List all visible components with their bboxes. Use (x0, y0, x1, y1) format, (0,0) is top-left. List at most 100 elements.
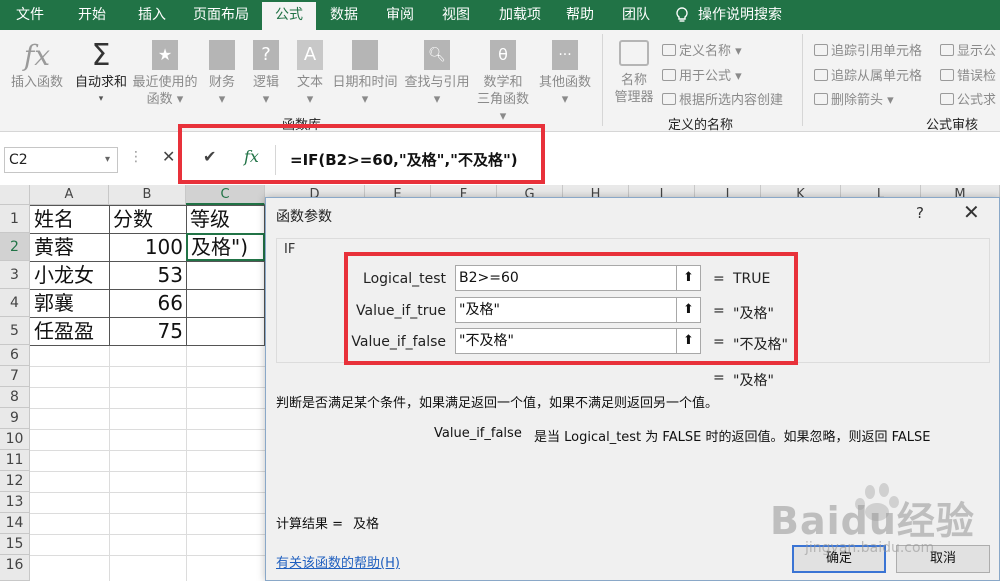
tag-icon (662, 44, 676, 56)
ribbon: fx 插入函数 Σ 自动求和 ▾ ★ 最近使用的 函数 ▾ 财务 ▾ ? 逻辑 … (0, 30, 1000, 133)
remove-arrows-label: 删除箭头 (831, 93, 884, 108)
show-formulas-icon (940, 44, 954, 56)
insert-function-button[interactable]: fx 插入函数 (6, 38, 68, 91)
cell-a5[interactable]: 任盈盈 (31, 317, 109, 345)
row-header-selected[interactable]: 2 (0, 233, 30, 261)
trace-dependents-label: 追踪从属单元格 (831, 69, 923, 84)
close-icon[interactable]: ✕ (963, 200, 980, 224)
cell-a2[interactable]: 黄蓉 (31, 233, 109, 261)
cell-b2[interactable]: 100 (110, 233, 186, 261)
column-header[interactable]: A (30, 185, 109, 205)
error-checking-label: 错误检 (957, 69, 997, 84)
text-label: 文本 (296, 75, 323, 90)
lookup-button[interactable]: 🔍︎ 查找与引用 ▾ (402, 38, 472, 108)
lookup-label: 查找与引用 (404, 75, 470, 90)
grid-line (30, 366, 265, 367)
tab-page-layout[interactable]: 页面布局 (186, 0, 256, 30)
cell-b3[interactable]: 53 (110, 261, 186, 289)
autosum-button[interactable]: Σ 自动求和 ▾ (72, 38, 130, 108)
chevron-down-icon[interactable]: ▾ (105, 148, 110, 172)
column-header[interactable]: B (109, 185, 186, 205)
current-arg-description: 是当 Logical_test 为 FALSE 时的返回值。如果忽略，则返回 F… (534, 430, 931, 445)
evaluate-formula-label: 公式求 (957, 93, 997, 108)
trace-precedents-button[interactable]: 追踪引用单元格 (814, 40, 922, 59)
row-header[interactable]: 13 (0, 492, 30, 513)
tab-team[interactable]: 团队 (614, 0, 658, 30)
create-from-selection-button[interactable]: 根据所选内容创建 (662, 89, 783, 108)
row-header[interactable]: 9 (0, 408, 30, 429)
math-label-1: 数学和 (483, 75, 523, 90)
row-header[interactable]: 6 (0, 345, 30, 366)
remove-arrows-button[interactable]: 删除箭头 ▾ (814, 89, 894, 108)
lightbulb-icon (676, 7, 688, 22)
cell-c1[interactable]: 等级 (187, 205, 264, 233)
cancel-icon[interactable]: ✕ (162, 147, 175, 166)
text-button[interactable]: A 文本 ▾ (292, 38, 328, 108)
tab-insert[interactable]: 插入 (130, 0, 174, 30)
select-all-corner[interactable] (0, 185, 30, 205)
cell-a3[interactable]: 小龙女 (31, 261, 109, 289)
function-help-link[interactable]: 有关该函数的帮助(H) (276, 552, 400, 571)
cell-b4[interactable]: 66 (110, 289, 186, 317)
create-from-selection-label: 根据所选内容创建 (679, 93, 784, 108)
name-manager-label-2: 管理器 (614, 90, 654, 105)
row-header[interactable]: 11 (0, 450, 30, 471)
row-header[interactable]: 14 (0, 513, 30, 534)
row-header[interactable]: 7 (0, 366, 30, 387)
more-functions-button[interactable]: ··· 其他函数 ▾ (536, 38, 594, 108)
star-book-icon: ★ (152, 40, 178, 70)
cell-a4[interactable]: 郭襄 (31, 289, 109, 317)
name-box[interactable]: C2 ▾ (4, 147, 118, 173)
row-header[interactable]: 5 (0, 317, 30, 345)
show-formulas-button[interactable]: 显示公 (940, 40, 996, 59)
math-button[interactable]: θ 数学和 三角函数 ▾ (472, 38, 534, 125)
dialog-title: 函数参数 (276, 209, 332, 225)
question-book-icon: ? (253, 40, 279, 70)
autosum-label: 自动求和 (74, 75, 127, 90)
recent-label-2: 函数 (146, 92, 173, 107)
evaluate-formula-button[interactable]: 公式求 (940, 89, 996, 108)
tab-file[interactable]: 文件 (8, 0, 52, 30)
formula-bar-grip-icon: ⋮ (129, 149, 143, 165)
cell-b1[interactable]: 分数 (110, 205, 186, 233)
name-box-value: C2 (9, 152, 28, 168)
overall-equals: = (713, 370, 725, 386)
recent-functions-button[interactable]: ★ 最近使用的 函数 ▾ (130, 38, 200, 108)
tab-home[interactable]: 开始 (70, 0, 114, 30)
row-header[interactable]: 10 (0, 429, 30, 450)
tab-addins[interactable]: 加载项 (490, 0, 550, 30)
tab-formulas[interactable]: 公式 (262, 2, 316, 30)
tab-view[interactable]: 视图 (434, 0, 478, 30)
tab-data[interactable]: 数据 (322, 0, 366, 30)
table-border (30, 345, 265, 346)
row-header[interactable]: 12 (0, 471, 30, 492)
error-checking-button[interactable]: 错误检 (940, 65, 996, 84)
logical-button[interactable]: ? 逻辑 ▾ (248, 38, 284, 108)
row-header[interactable]: 1 (0, 205, 30, 233)
grid-line (30, 513, 265, 514)
cell-c2-active[interactable]: 及格") (186, 233, 265, 261)
cell-b5[interactable]: 75 (110, 317, 186, 345)
column-header-selected[interactable]: C (186, 185, 265, 205)
grid-line (30, 429, 265, 430)
row-header[interactable]: 16 (0, 555, 30, 581)
name-manager-label-1: 名称 (620, 73, 647, 88)
tab-review[interactable]: 审阅 (378, 0, 422, 30)
row-header[interactable]: 3 (0, 261, 30, 289)
row-header[interactable]: 15 (0, 534, 30, 555)
define-name-button[interactable]: 定义名称 ▾ (662, 40, 742, 59)
help-icon[interactable]: ? (916, 204, 924, 222)
coins-icon (209, 40, 235, 70)
tab-help[interactable]: 帮助 (558, 0, 602, 30)
trace-dependents-button[interactable]: 追踪从属单元格 (814, 65, 922, 84)
cell-a1[interactable]: 姓名 (31, 205, 109, 233)
tell-me-search[interactable]: 操作说明搜索 (698, 0, 788, 30)
row-header[interactable]: 4 (0, 289, 30, 317)
datetime-button[interactable]: 日期和时间 ▾ (330, 38, 400, 108)
datetime-label: 日期和时间 (332, 75, 398, 90)
name-manager-button[interactable]: 名称 管理器 (608, 40, 660, 106)
use-in-formula-button[interactable]: 用于公式 ▾ (662, 65, 742, 84)
row-header[interactable]: 8 (0, 387, 30, 408)
grid-line (30, 555, 265, 556)
financial-button[interactable]: 财务 ▾ (204, 38, 240, 108)
